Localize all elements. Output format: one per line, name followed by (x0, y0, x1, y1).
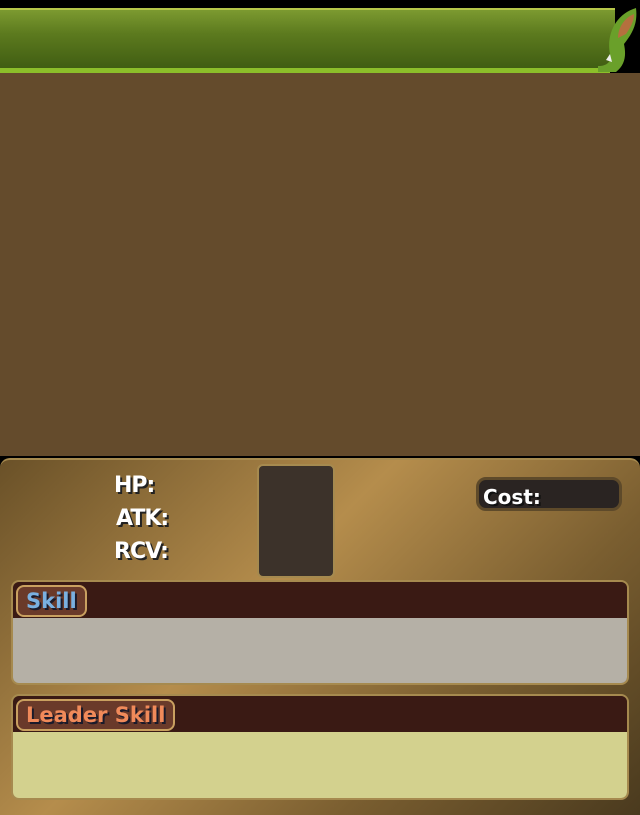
monster-art-area (0, 73, 640, 456)
skill-description (13, 618, 627, 683)
skill-label: Skill (16, 585, 87, 617)
skill-box: Skill (11, 580, 629, 685)
top-bar (0, 0, 640, 8)
atk-label: ATK: (116, 506, 169, 531)
cost-label: Cost: (483, 485, 541, 509)
rcv-label: RCV: (114, 539, 169, 564)
hp-label: HP: (114, 473, 155, 498)
awakening-slot (257, 464, 335, 578)
header-banner (0, 8, 615, 70)
dragon-wing-icon (598, 8, 637, 72)
cost-box: Cost: (476, 477, 622, 511)
leader-skill-label: Leader Skill (16, 699, 176, 731)
leader-skill-description (13, 732, 627, 798)
leader-skill-box: Leader Skill (11, 694, 629, 800)
